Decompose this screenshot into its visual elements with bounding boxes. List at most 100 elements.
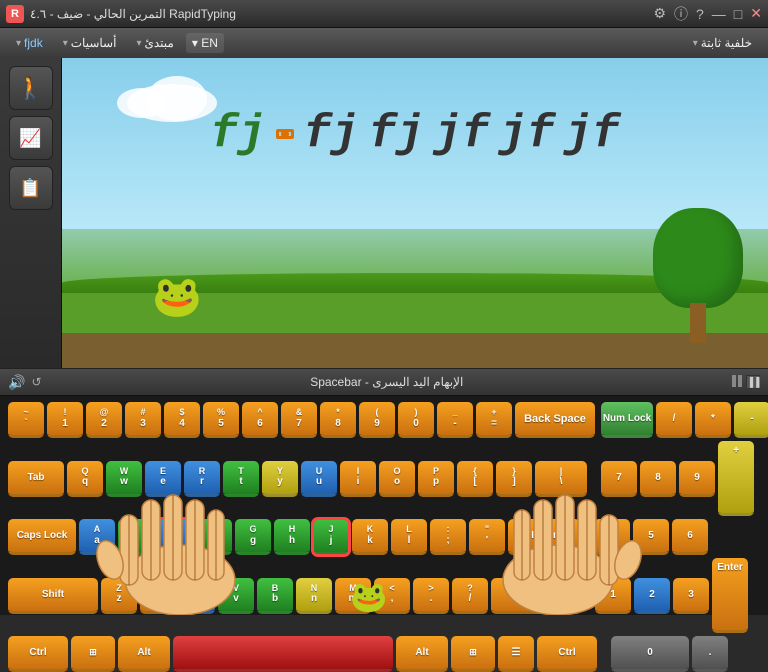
key-num-7[interactable]: 7: [601, 461, 637, 497]
settings-icon[interactable]: ⚙: [653, 5, 666, 22]
key-d[interactable]: Dd: [157, 519, 193, 555]
key-comma[interactable]: <,: [374, 578, 410, 614]
menu-exercise[interactable]: fjdk ▾: [8, 33, 51, 53]
key-semicolon[interactable]: :;: [430, 519, 466, 555]
key-num-dot[interactable]: .: [692, 636, 728, 672]
key-win-left[interactable]: ⊞: [71, 636, 115, 672]
key-enter[interactable]: Enter: [508, 519, 580, 555]
key-num-1[interactable]: 1: [595, 578, 631, 614]
key-3[interactable]: #3: [125, 402, 161, 438]
key-2[interactable]: @2: [86, 402, 122, 438]
close-button[interactable]: ✕: [750, 5, 762, 22]
key-backslash[interactable]: |\: [535, 461, 587, 497]
key-z[interactable]: Zz: [101, 578, 137, 614]
pending-char-5: jf: [564, 108, 619, 160]
key-ctrl-left[interactable]: Ctrl: [8, 636, 68, 672]
key-minus[interactable]: _-: [437, 402, 473, 438]
key-6[interactable]: ^6: [242, 402, 278, 438]
key-o[interactable]: Oo: [379, 461, 415, 497]
key-num-4[interactable]: 4: [594, 519, 630, 555]
key-num-5[interactable]: 5: [633, 519, 669, 555]
key-num-3[interactable]: 3: [673, 578, 709, 614]
refresh-icon[interactable]: ↺: [31, 375, 41, 389]
key-num-divide[interactable]: /: [656, 402, 692, 438]
key-h[interactable]: Hh: [274, 519, 310, 555]
cursor-dot: [281, 130, 289, 138]
key-shift-right[interactable]: Shift: [491, 578, 581, 614]
key-b[interactable]: Bb: [257, 578, 293, 614]
key-win-right[interactable]: ⊞: [451, 636, 495, 672]
sound-icon[interactable]: 🔊: [8, 374, 25, 391]
key-alt-right[interactable]: Alt: [396, 636, 448, 672]
key-4[interactable]: $4: [164, 402, 200, 438]
key-capslock[interactable]: Caps Lock: [8, 519, 76, 555]
key-num-0[interactable]: 0: [611, 636, 689, 672]
key-s[interactable]: Ss: [118, 519, 154, 555]
key-period[interactable]: >.: [413, 578, 449, 614]
minimize-button[interactable]: —: [712, 6, 726, 22]
key-5[interactable]: %5: [203, 402, 239, 438]
key-tab[interactable]: Tab: [8, 461, 64, 497]
key-w[interactable]: Ww: [106, 461, 142, 497]
key-num-2[interactable]: 2: [634, 578, 670, 614]
key-e[interactable]: Ee: [145, 461, 181, 497]
key-num-enter[interactable]: Enter: [712, 558, 748, 633]
key-x[interactable]: Xx: [140, 578, 176, 614]
key-ctrl-right[interactable]: Ctrl: [537, 636, 597, 672]
menu-lesson[interactable]: مبتدئ ▾: [128, 33, 181, 53]
key-7[interactable]: &7: [281, 402, 317, 438]
key-c[interactable]: Cc: [179, 578, 215, 614]
key-menu[interactable]: ☰: [498, 636, 534, 672]
maximize-button[interactable]: □: [734, 6, 742, 22]
sidebar-lessons-button[interactable]: 📋: [9, 166, 53, 210]
key-backspace[interactable]: Back Space: [515, 402, 595, 438]
key-p[interactable]: Pp: [418, 461, 454, 497]
key-spacebar[interactable]: [173, 636, 393, 672]
sidebar-stats-button[interactable]: 📈: [9, 116, 53, 160]
key-q[interactable]: Qq: [67, 461, 103, 497]
key-f[interactable]: Ff: [196, 519, 232, 555]
menu-background[interactable]: خلفية ثابتة ▾: [685, 33, 760, 53]
key-num-plus[interactable]: +: [718, 441, 754, 516]
key-num-minus[interactable]: -: [734, 402, 768, 438]
key-shift-left[interactable]: Shift: [8, 578, 98, 614]
key-0[interactable]: )0: [398, 402, 434, 438]
key-l[interactable]: Ll: [391, 519, 427, 555]
key-9[interactable]: (9: [359, 402, 395, 438]
key-num-6[interactable]: 6: [672, 519, 708, 555]
key-alt-left[interactable]: Alt: [118, 636, 170, 672]
help-icon[interactable]: ?: [696, 6, 704, 22]
key-equals[interactable]: +=: [476, 402, 512, 438]
key-i[interactable]: Ii: [340, 461, 376, 497]
key-g[interactable]: Gg: [235, 519, 271, 555]
key-num-multiply[interactable]: *: [695, 402, 731, 438]
key-bracket-r[interactable]: }]: [496, 461, 532, 497]
key-m[interactable]: Mm: [335, 578, 371, 614]
key-1[interactable]: !1: [47, 402, 83, 438]
menu-basics[interactable]: أساسيات ▾: [55, 33, 125, 53]
language-selector[interactable]: EN ▾: [186, 33, 224, 53]
key-num-8[interactable]: 8: [640, 461, 676, 497]
key-t[interactable]: Tt: [223, 461, 259, 497]
menu-right: EN ▾ مبتدئ ▾ أساسيات ▾ fjdk ▾: [8, 33, 224, 53]
key-n[interactable]: Nn: [296, 578, 332, 614]
key-8[interactable]: *8: [320, 402, 356, 438]
key-tilde[interactable]: ~`: [8, 402, 44, 438]
sidebar-walk-button[interactable]: 🚶: [9, 66, 53, 110]
key-k[interactable]: Kk: [352, 519, 388, 555]
status-right: ▐▐: [732, 375, 760, 389]
menubar: خلفية ثابتة ▾ EN ▾ مبتدئ ▾ أساسيات ▾ fjd…: [0, 28, 768, 58]
key-r[interactable]: Rr: [184, 461, 220, 497]
key-bracket-l[interactable]: {[: [457, 461, 493, 497]
key-u[interactable]: Uu: [301, 461, 337, 497]
key-numlock[interactable]: Num Lock: [601, 402, 653, 438]
key-j[interactable]: Jj: [313, 519, 349, 555]
key-quote[interactable]: "': [469, 519, 505, 555]
key-v[interactable]: Vv: [218, 578, 254, 614]
key-y[interactable]: Yy: [262, 461, 298, 497]
status-button[interactable]: ▐▐: [746, 375, 760, 389]
info-icon[interactable]: ⓘ: [674, 4, 688, 24]
key-slash[interactable]: ?/: [452, 578, 488, 614]
key-a[interactable]: Aa: [79, 519, 115, 555]
key-num-9[interactable]: 9: [679, 461, 715, 497]
